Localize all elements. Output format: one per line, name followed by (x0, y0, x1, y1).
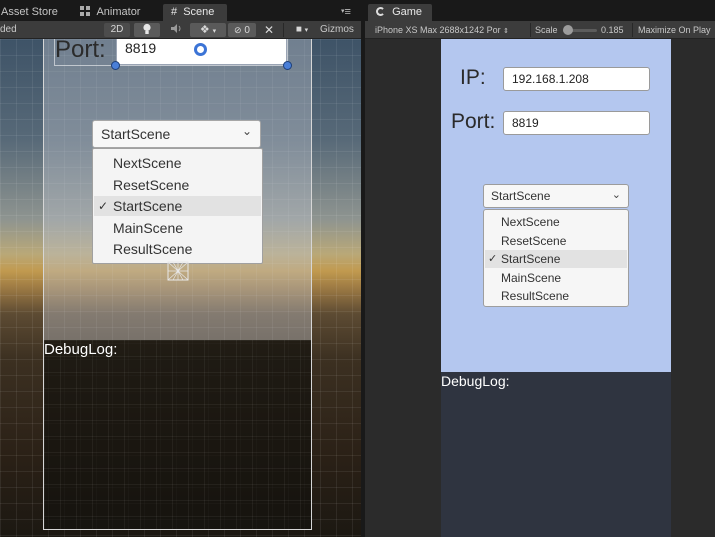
mode-2d-toggle[interactable]: 2D (104, 23, 130, 37)
scene-option-next[interactable]: NextScene (94, 153, 261, 173)
scene-option-start[interactable]: ✓ StartScene (94, 196, 261, 216)
game-scene-dropdown[interactable]: StartScene ⌄ (483, 184, 629, 208)
gizmos-dropdown[interactable]: Gizmos (320, 21, 354, 39)
event-system-gizmo-icon[interactable] (167, 261, 189, 281)
ip-value: 192.168.1.208 (512, 72, 589, 86)
scene-debug-panel (44, 340, 311, 529)
device-resolution-label: iPhone XS Max 2688x1242 Por (375, 25, 501, 35)
scale-slider-knob[interactable] (562, 25, 573, 35)
device-resolution-dropdown[interactable]: iPhone XS Max 2688x1242 Por ⇕ (375, 21, 509, 39)
ip-input[interactable]: 192.168.1.208 (503, 67, 650, 91)
toolbar-separator (632, 23, 633, 37)
resize-handle-bottom-right[interactable] (283, 61, 292, 70)
scene-option-result[interactable]: ResultScene (94, 239, 261, 259)
shading-mode-label: ded (0, 24, 17, 35)
scene-option-main[interactable]: MainScene (94, 218, 261, 238)
grid-icon: # (171, 6, 178, 18)
game-icon (376, 7, 385, 16)
hidden-count: 0 (244, 25, 250, 36)
up-down-arrows-icon: ⇕ (503, 28, 509, 35)
checkmark-icon: ✓ (488, 253, 498, 265)
chevron-down-icon: ▾ (212, 28, 217, 35)
game-screen: IP: 192.168.1.208 Port: 8819 StartScene … (441, 39, 671, 537)
scene-toolbar: ded 2D ❖ ▾ ⊘ 0 ✕ ■ ▾ Gizmos (0, 21, 361, 39)
scene-selection-rect[interactable] (54, 39, 288, 66)
toolbar-separator (283, 23, 284, 37)
shading-mode-dropdown[interactable]: ded (0, 21, 17, 39)
scale-value: 0.185 (601, 25, 624, 35)
port-input[interactable]: 8819 (503, 111, 650, 135)
port-label: Port: (451, 110, 496, 133)
effects-icon: ❖ (199, 24, 210, 36)
chevron-down-icon: ▾ (304, 27, 309, 34)
tab-scene[interactable]: # Scene (163, 4, 227, 21)
hidden-objects-toggle[interactable]: ⊘ 0 (228, 23, 256, 37)
scene-dropdown-selected: StartScene (101, 126, 171, 142)
game-dropdown-list: NextScene ResetScene ✓ StartScene MainSc… (483, 209, 629, 307)
audio-toggle[interactable] (164, 23, 188, 37)
scene-tab-bar: Asset Store Animator # Scene ▾≡ (0, 0, 361, 21)
maximize-on-play-label: Maximize On Play (638, 25, 711, 35)
scene-canvas-bounds (43, 39, 312, 530)
effects-dropdown[interactable]: ❖ ▾ (190, 23, 226, 37)
camera-dropdown[interactable]: ■ ▾ (287, 23, 317, 37)
game-option-next[interactable]: NextScene (485, 213, 627, 231)
mode-2d-label: 2D (110, 24, 124, 35)
game-toolbar: iPhone XS Max 2688x1242 Por ⇕ Scale 0.18… (365, 21, 715, 39)
tab-asset-store-label: Asset Store (1, 6, 58, 18)
game-tab-bar: Game (365, 0, 715, 21)
ip-label: IP: (460, 66, 486, 89)
scale-label: Scale (535, 25, 558, 35)
scene-viewport[interactable]: Port: 8819 StartScene ⌄ NextScene ResetS… (0, 39, 361, 537)
tools-toggle[interactable]: ✕ (259, 23, 279, 37)
port-value: 8819 (512, 116, 539, 130)
game-debug-label: DebugLog: (441, 373, 510, 389)
tab-game-label: Game (392, 6, 423, 18)
toolbar-separator (530, 23, 531, 37)
tab-game[interactable]: Game (368, 4, 432, 21)
pivot-handle-icon[interactable] (194, 43, 207, 56)
tab-menu-icon[interactable]: ▾≡ (341, 6, 351, 18)
scale-slider[interactable] (562, 25, 597, 35)
maximize-on-play-toggle[interactable]: Maximize On Play (638, 21, 711, 39)
animator-icon (80, 6, 90, 16)
tools-icon: ✕ (263, 23, 275, 37)
game-option-result[interactable]: ResultScene (485, 287, 627, 305)
eye-crossed-icon: ⊘ (234, 25, 242, 35)
scene-debug-label: DebugLog: (44, 341, 118, 358)
game-canvas-panel: IP: 192.168.1.208 Port: 8819 StartScene … (441, 39, 671, 372)
game-option-start[interactable]: ✓ StartScene (485, 250, 627, 268)
chevron-down-icon: ⌄ (241, 124, 252, 138)
gizmos-label: Gizmos (320, 24, 354, 35)
resize-handle-bottom-left[interactable] (111, 61, 120, 70)
scene-dropdown[interactable]: StartScene ⌄ (92, 120, 261, 148)
speaker-icon (171, 24, 181, 33)
game-dropdown-selected: StartScene (491, 189, 551, 203)
scene-option-reset[interactable]: ResetScene (94, 175, 261, 195)
tab-animator[interactable]: Animator (72, 4, 148, 21)
chevron-down-icon: ⌄ (611, 189, 621, 201)
scene-dropdown-list: NextScene ResetScene ✓ StartScene MainSc… (92, 148, 263, 264)
lighting-toggle[interactable] (134, 23, 160, 37)
game-debug-panel (441, 372, 671, 537)
game-viewport[interactable]: IP: 192.168.1.208 Port: 8819 StartScene … (365, 39, 715, 537)
camera-icon: ■ (295, 24, 302, 35)
game-option-reset[interactable]: ResetScene (485, 232, 627, 250)
game-option-main[interactable]: MainScene (485, 269, 627, 287)
checkmark-icon: ✓ (98, 199, 109, 213)
light-bulb-icon (143, 23, 151, 34)
tab-scene-label: Scene (183, 6, 215, 18)
tab-asset-store[interactable]: Asset Store (0, 4, 66, 21)
tab-animator-label: Animator (96, 6, 141, 18)
